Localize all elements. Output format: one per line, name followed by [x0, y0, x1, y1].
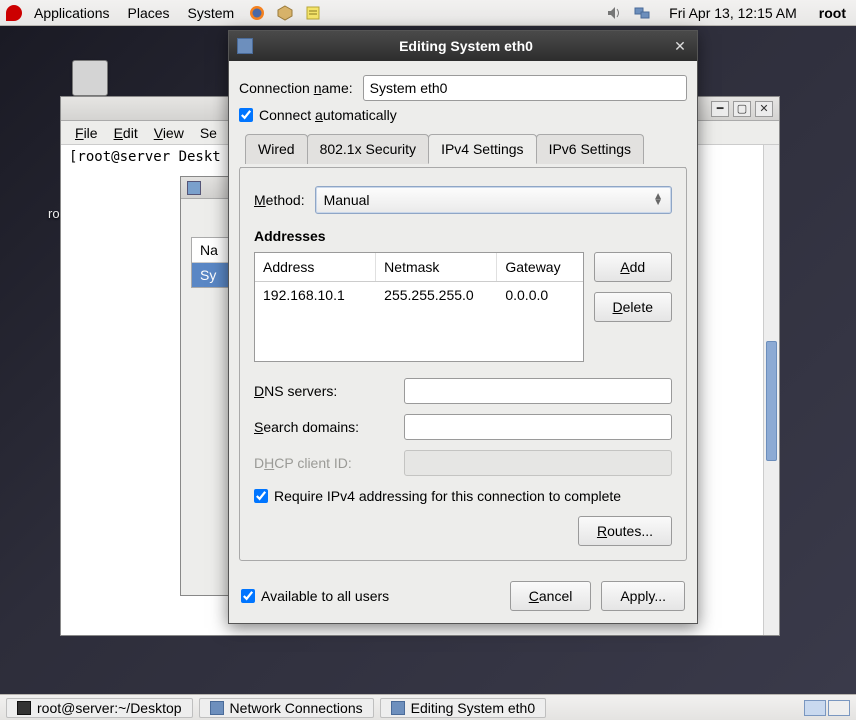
taskbar-item-terminal[interactable]: root@server:~/Desktop — [6, 698, 193, 718]
dhcp-client-id-label: DHCP client ID: — [254, 455, 394, 471]
menu-applications[interactable]: Applications — [28, 3, 116, 23]
tab-ipv6[interactable]: IPv6 Settings — [536, 134, 645, 164]
ipv4-page: Method: Manual ▲▼ Addresses Address Netm… — [240, 167, 686, 560]
tab-ipv4[interactable]: IPv4 Settings — [428, 134, 537, 164]
dialog-body: Connection name: Connect automatically W… — [229, 61, 697, 571]
search-domains-input[interactable] — [404, 414, 672, 440]
menu-places[interactable]: Places — [122, 3, 176, 23]
user-menu[interactable]: root — [819, 5, 846, 21]
menu-search-truncated[interactable]: Se — [194, 125, 223, 141]
desktop: roo ━ ▢ ✕ File Edit View Se [root@server… — [0, 26, 856, 694]
distro-logo-icon — [6, 5, 22, 21]
connection-name-label: Connection name: — [239, 80, 353, 96]
scrollbar-thumb[interactable] — [766, 341, 777, 461]
network-icon — [210, 701, 224, 715]
dialog-close-button[interactable]: ✕ — [671, 37, 689, 55]
tab-8021x[interactable]: 802.1x Security — [307, 134, 430, 164]
menu-file[interactable]: File — [69, 125, 104, 141]
tab-wired[interactable]: Wired — [245, 134, 308, 164]
clock[interactable]: Fri Apr 13, 12:15 AM — [669, 5, 797, 21]
task-label: Editing System eth0 — [411, 700, 536, 716]
available-all-users-label: Available to all users — [261, 588, 389, 604]
taskbar-item-editdialog[interactable]: Editing System eth0 — [380, 698, 547, 718]
menu-edit[interactable]: Edit — [108, 125, 144, 141]
add-button[interactable]: Add — [594, 252, 672, 282]
dhcp-client-id-input — [404, 450, 672, 476]
editing-connection-dialog: Editing System eth0 ✕ Connection name: C… — [228, 30, 698, 624]
workspace-2[interactable] — [828, 700, 850, 716]
taskbar-item-netconn[interactable]: Network Connections — [199, 698, 374, 718]
combo-arrow-icon: ▲▼ — [653, 194, 663, 206]
notebook: Method: Manual ▲▼ Addresses Address Netm… — [239, 167, 687, 561]
method-combo[interactable]: Manual ▲▼ — [315, 186, 672, 214]
addresses-table[interactable]: Address Netmask Gateway 192.168.10.1 255… — [254, 252, 584, 362]
cell-netmask[interactable]: 255.255.255.0 — [376, 282, 497, 308]
dialog-footer: Available to all users Cancel Apply... — [229, 571, 697, 623]
dialog-title: Editing System eth0 — [261, 38, 671, 54]
terminal-scrollbar[interactable] — [763, 145, 779, 635]
require-ipv4-input[interactable] — [254, 489, 268, 503]
desktop-launcher-icon[interactable] — [72, 60, 108, 96]
close-button[interactable]: ✕ — [755, 101, 773, 117]
routes-button[interactable]: Routes... — [578, 516, 672, 546]
firefox-icon[interactable] — [248, 4, 266, 22]
method-label: Method: — [254, 192, 305, 208]
addresses-heading: Addresses — [254, 228, 672, 244]
available-all-users-input[interactable] — [241, 589, 255, 603]
dns-label: DNS servers: — [254, 383, 394, 399]
network-tray-icon[interactable] — [633, 4, 651, 22]
require-ipv4-checkbox[interactable]: Require IPv4 addressing for this connect… — [254, 488, 672, 504]
network-icon — [391, 701, 405, 715]
volume-icon[interactable] — [605, 4, 623, 22]
maximize-button[interactable]: ▢ — [733, 101, 751, 117]
task-label: root@server:~/Desktop — [37, 700, 182, 716]
menu-view[interactable]: View — [148, 125, 190, 141]
table-row[interactable]: 192.168.10.1 255.255.255.0 0.0.0.0 — [255, 282, 583, 308]
menu-system[interactable]: System — [182, 3, 241, 23]
terminal-icon — [17, 701, 31, 715]
workspace-1[interactable] — [804, 700, 826, 716]
cell-gateway[interactable]: 0.0.0.0 — [497, 282, 582, 308]
search-domains-label: Search domains: — [254, 419, 394, 435]
col-header-netmask[interactable]: Netmask — [376, 253, 497, 281]
col-header-address[interactable]: Address — [255, 253, 376, 281]
workspace-switcher[interactable] — [804, 700, 850, 716]
delete-button[interactable]: Delete — [594, 292, 672, 322]
col-header-gateway[interactable]: Gateway — [497, 253, 582, 281]
top-panel: Applications Places System Fri Apr 13, 1… — [0, 0, 856, 26]
terminal-prompt: [root@server Deskt — [69, 149, 221, 165]
connection-name-input[interactable] — [363, 75, 687, 101]
minimize-button[interactable]: ━ — [711, 101, 729, 117]
bottom-panel: root@server:~/Desktop Network Connection… — [0, 694, 856, 720]
connect-automatically-checkbox[interactable]: Connect automatically — [239, 107, 687, 123]
dialog-title-icon — [237, 38, 253, 54]
cancel-button[interactable]: Cancel — [510, 581, 592, 611]
dialog-titlebar[interactable]: Editing System eth0 ✕ — [229, 31, 697, 61]
method-value: Manual — [324, 192, 370, 208]
apply-button[interactable]: Apply... — [601, 581, 685, 611]
notes-icon[interactable] — [304, 4, 322, 22]
require-ipv4-label: Require IPv4 addressing for this connect… — [274, 488, 621, 504]
connect-auto-input[interactable] — [239, 108, 253, 122]
cell-address[interactable]: 192.168.10.1 — [255, 282, 376, 308]
package-icon[interactable] — [276, 4, 294, 22]
task-label: Network Connections — [230, 700, 363, 716]
available-all-users-checkbox[interactable]: Available to all users — [241, 588, 389, 604]
dns-input[interactable] — [404, 378, 672, 404]
network-icon — [187, 181, 201, 195]
